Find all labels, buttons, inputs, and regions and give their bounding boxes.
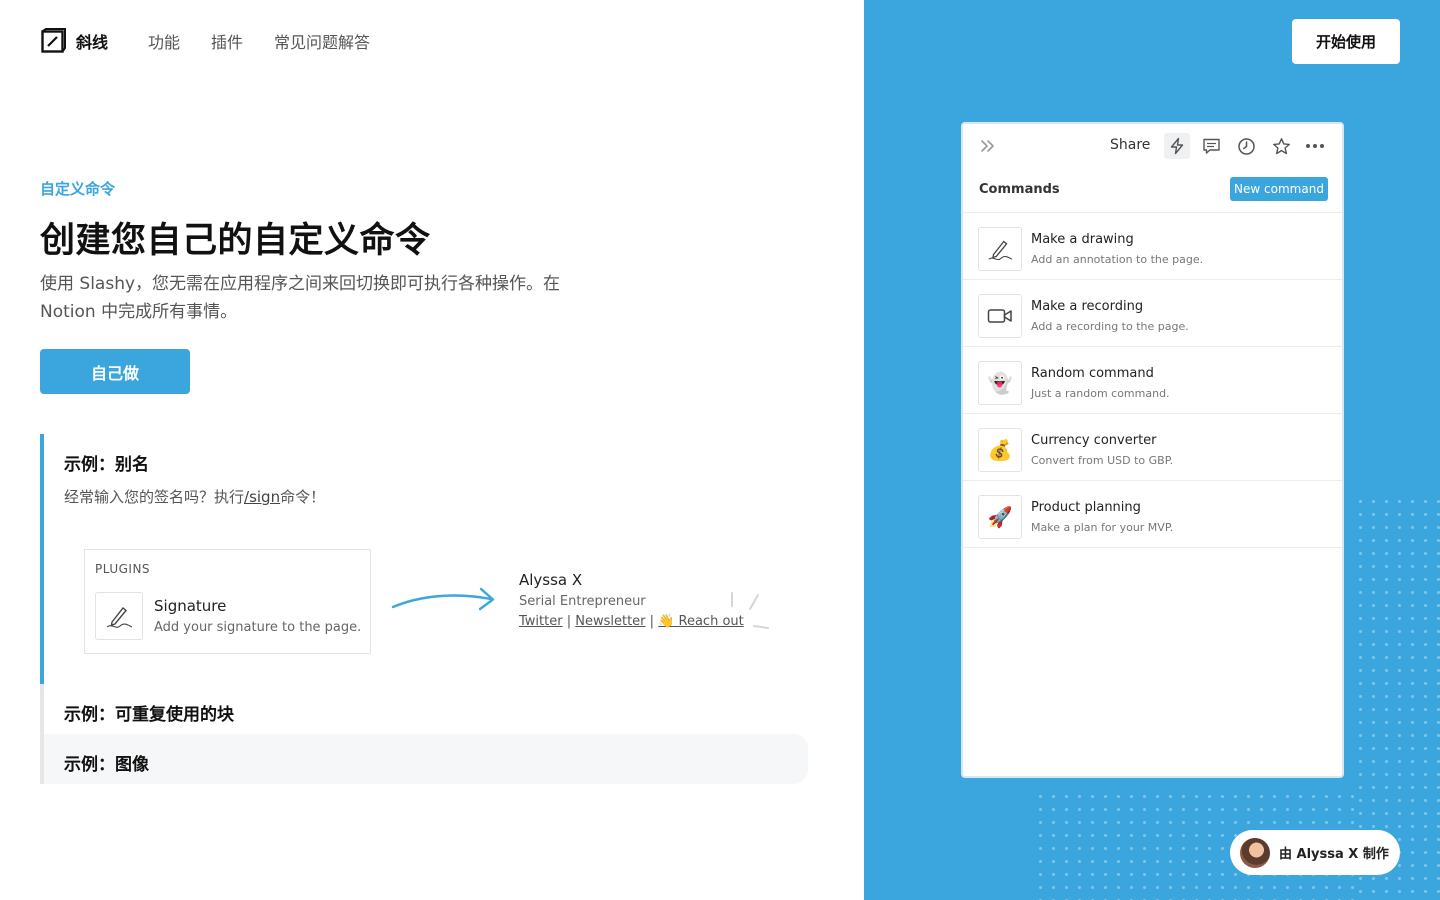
get-started-button[interactable]: 开始使用 [1292,19,1400,64]
twitter-link[interactable]: Twitter [519,614,563,629]
lightning-icon[interactable] [1164,133,1190,159]
command-item-random-command[interactable]: 👻 Random command Just a random command. [963,347,1342,414]
made-by-badge[interactable]: 由 Alyssa X 制作 [1230,830,1400,875]
examples-accordion: 示例：别名 经常输入您的签名吗？执行/sign命令！ PLUGINS Signa… [40,434,808,784]
nav-link-features[interactable]: 功能 [148,29,180,53]
comment-icon[interactable] [1198,133,1224,159]
sparkle-decoration-icon [731,592,769,629]
signature-role: Serial Entrepreneur [519,594,646,609]
link-separator: | [566,614,572,629]
left-content: 斜线 功能 插件 常见问题解答 自定义命令 创建您自己的自定义命令 使用 Sla… [0,0,864,900]
command-item-make-drawing[interactable]: Make a drawing Add an annotation to the … [963,213,1342,280]
do-it-yourself-button[interactable]: 自己做 [40,349,190,394]
sign-command: /sign [244,488,281,506]
hero-description: 使用 Slashy，您无需在应用程序之间来回切换即可执行各种操作。在 Notio… [40,274,561,322]
plugin-section-label: PLUGINS [95,562,151,576]
command-title: Make a drawing [1031,232,1134,247]
commands-list: Make a drawing Add an annotation to the … [963,212,1342,548]
example-alias-subtitle: 经常输入您的签名吗？执行/sign命令！ [64,486,325,507]
new-command-button[interactable]: New command [1230,177,1328,201]
avatar [1240,837,1270,868]
section-eyebrow: 自定义命令 [40,180,116,198]
command-title: Random command [1031,366,1154,381]
example-images[interactable]: 示例：图像 [40,734,808,784]
example-reusable-blocks-title: 示例：可重复使用的块 [64,705,234,725]
ghost-icon: 👻 [978,361,1022,405]
video-camera-icon [978,294,1022,338]
example-sub-before: 经常输入您的签名吗？执行 [64,488,245,506]
command-description: Add a recording to the page. [1031,320,1189,333]
arrow-right-icon [391,587,495,611]
command-item-product-planning[interactable]: 🚀 Product planning Make a plan for your … [963,481,1342,548]
signature-preview: Alyssa X Serial Entrepreneur Twitter | N… [519,571,744,629]
signature-name: Alyssa X [519,571,583,589]
plugin-description: Add your signature to the page. [154,620,362,635]
signature-links: Twitter | Newsletter | 👋 Reach out [519,614,744,629]
panel-topbar: Share [963,124,1342,168]
command-item-make-recording[interactable]: Make a recording Add a recording to the … [963,280,1342,347]
rocket-icon: 🚀 [978,495,1022,539]
link-separator: | [649,614,655,629]
made-by-text: 由 Alyssa X 制作 [1279,847,1389,862]
command-description: Convert from USD to GBP. [1031,454,1174,467]
command-item-currency-converter[interactable]: 💰 Currency converter Convert from USD to… [963,414,1342,481]
example-sub-after: 命令！ [280,488,326,506]
example-images-title: 示例：图像 [64,755,149,775]
plugin-card: PLUGINS Signature Add your signature to … [84,549,371,654]
commands-panel: Share Commands New command Make a drawin… [961,122,1344,778]
top-nav: 斜线 功能 插件 常见问题解答 [40,28,401,54]
more-options-icon[interactable] [1302,133,1328,159]
nav-link-plugins[interactable]: 插件 [211,29,243,53]
example-reusable-blocks[interactable]: 示例：可重复使用的块 [40,684,808,734]
right-showcase: 开始使用 Share Commands New command Make a d… [864,0,1440,900]
star-icon[interactable] [1268,133,1294,159]
page-title: 创建您自己的自定义命令 [40,221,431,261]
logo-icon [41,28,66,53]
commands-header: Commands [979,182,1060,197]
example-alias-title: 示例：别名 [64,455,149,475]
logo-text: 斜线 [76,33,109,52]
logo[interactable]: 斜线 [40,28,108,54]
command-description: Just a random command. [1031,387,1170,400]
example-alias[interactable]: 示例：别名 经常输入您的签名吗？执行/sign命令！ PLUGINS Signa… [40,434,808,684]
command-title: Product planning [1031,500,1141,515]
double-chevron-right-icon[interactable] [979,138,997,154]
money-bag-icon: 💰 [978,428,1022,472]
nav-link-faq[interactable]: 常见问题解答 [274,29,370,53]
signature-icon [95,592,143,640]
command-title: Currency converter [1031,433,1157,448]
plugin-name: Signature [154,597,227,615]
pencil-icon [978,227,1022,271]
share-button[interactable]: Share [1110,137,1150,153]
command-description: Make a plan for your MVP. [1031,521,1174,534]
newsletter-link[interactable]: Newsletter [575,614,645,629]
command-title: Make a recording [1031,299,1144,314]
command-description: Add an annotation to the page. [1031,253,1204,266]
clock-icon[interactable] [1233,133,1259,159]
